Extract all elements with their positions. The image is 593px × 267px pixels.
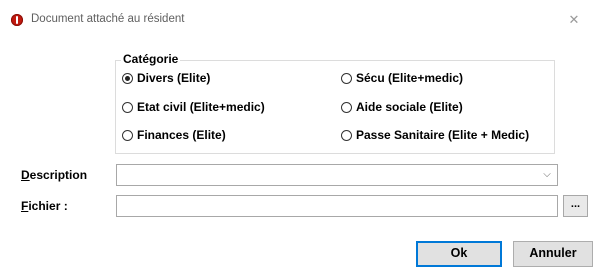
radio-finances[interactable]: Finances (Elite) xyxy=(122,127,226,143)
file-field[interactable] xyxy=(116,195,558,217)
browse-button[interactable]: ... xyxy=(563,195,588,217)
chevron-down-icon[interactable]: ⌵ xyxy=(541,167,553,183)
radio-unchecked-icon[interactable] xyxy=(122,101,133,113)
radio-label: Etat civil (Elite+medic) xyxy=(137,100,265,114)
radio-label: Sécu (Elite+medic) xyxy=(356,71,464,85)
window-title: Document attaché au résident xyxy=(31,13,185,25)
radio-checked-icon[interactable] xyxy=(122,72,133,84)
cancel-button[interactable]: Annuler xyxy=(513,241,593,267)
radio-secu[interactable]: Sécu (Elite+medic) xyxy=(341,70,463,86)
ok-button[interactable]: Ok xyxy=(416,241,502,267)
radio-label: Passe Sanitaire (Elite + Medic) xyxy=(356,128,530,142)
radio-unchecked-icon[interactable] xyxy=(341,129,352,141)
app-logo-icon xyxy=(11,14,23,26)
radio-aide-sociale[interactable]: Aide sociale (Elite) xyxy=(341,99,463,115)
radio-label: Finances (Elite) xyxy=(137,128,226,142)
radio-unchecked-icon[interactable] xyxy=(341,101,352,113)
file-input[interactable] xyxy=(121,197,551,215)
category-group-label: Catégorie xyxy=(121,52,181,66)
radio-unchecked-icon[interactable] xyxy=(341,72,352,84)
description-label: Description xyxy=(21,168,88,182)
file-label: Fichier : xyxy=(21,199,68,213)
radio-divers[interactable]: Divers (Elite) xyxy=(122,70,210,86)
radio-unchecked-icon[interactable] xyxy=(122,129,133,141)
close-icon[interactable]: ✕ xyxy=(562,10,586,30)
radio-passe-sanitaire[interactable]: Passe Sanitaire (Elite + Medic) xyxy=(341,127,529,143)
description-select[interactable]: ⌵ xyxy=(116,164,558,186)
radio-label: Divers (Elite) xyxy=(137,71,211,85)
radio-etat-civil[interactable]: Etat civil (Elite+medic) xyxy=(122,99,265,115)
title-bar: Document attaché au résident ✕ xyxy=(0,0,593,40)
radio-label: Aide sociale (Elite) xyxy=(356,100,463,114)
